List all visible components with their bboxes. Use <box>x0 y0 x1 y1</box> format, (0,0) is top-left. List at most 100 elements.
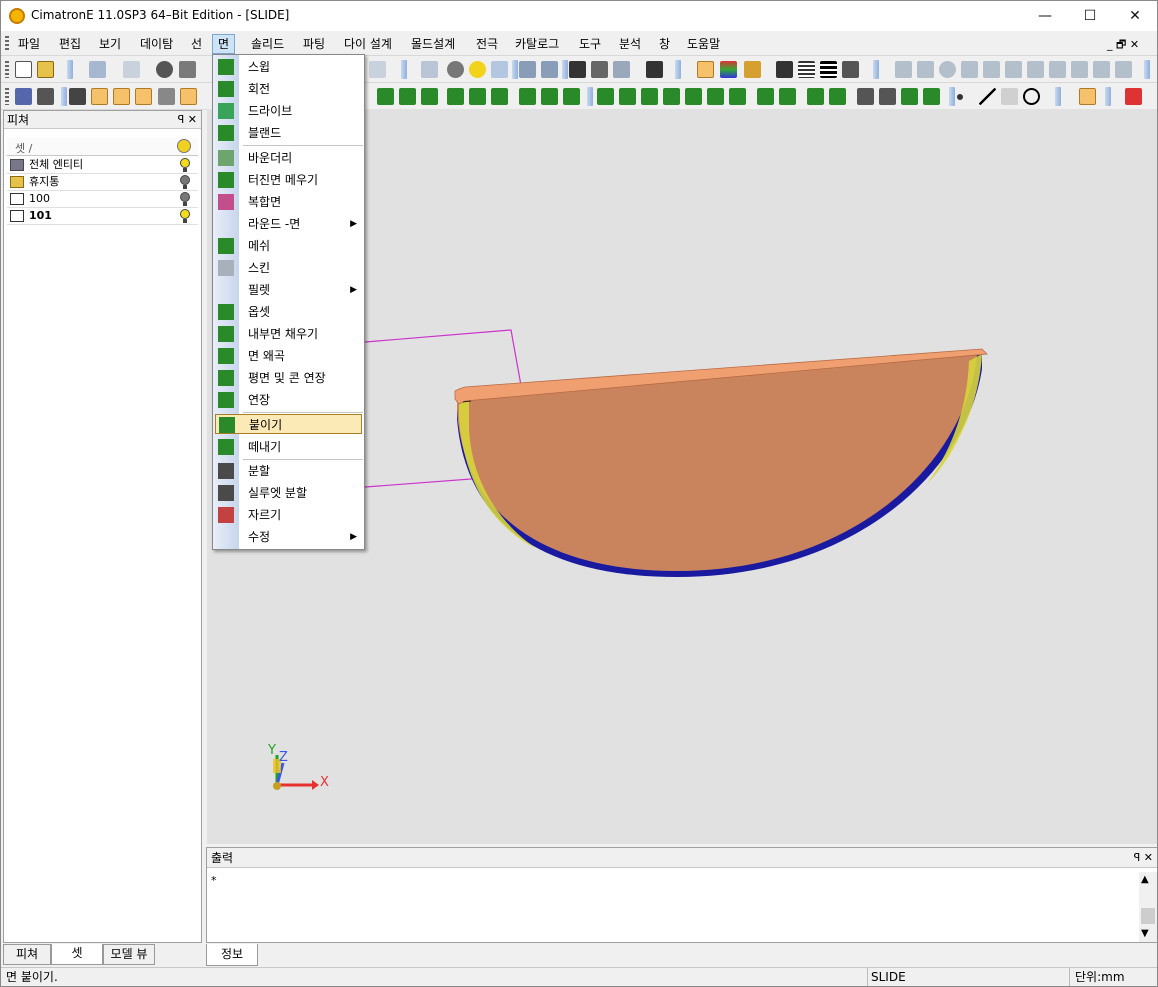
lamp-column-icon[interactable] <box>177 139 191 153</box>
offset-curve-icon[interactable] <box>983 61 1000 78</box>
surface-tool-icon[interactable] <box>469 88 486 105</box>
brush-icon[interactable] <box>842 61 859 78</box>
copy-icon[interactable] <box>879 88 896 105</box>
lamp-off-icon[interactable] <box>180 192 190 206</box>
dropdown-arrow-icon[interactable] <box>369 61 386 78</box>
measure-icon[interactable] <box>591 61 608 78</box>
surface-tool-icon[interactable] <box>519 88 536 105</box>
menu-curve[interactable]: 선 <box>189 35 204 53</box>
fill-tool-icon[interactable] <box>663 88 680 105</box>
select-mode-icon[interactable] <box>697 61 714 78</box>
toolbar-grip[interactable] <box>5 88 9 105</box>
filter-face-icon[interactable] <box>91 88 108 105</box>
menu-item-mesh[interactable]: 메쉬 <box>213 236 364 256</box>
menu-datum[interactable]: 데이탐 <box>138 35 175 53</box>
filter-body-icon[interactable] <box>158 88 175 105</box>
menu-surface[interactable]: 면 <box>212 34 236 54</box>
menubar-grip[interactable] <box>5 36 9 52</box>
spline-icon[interactable] <box>917 61 934 78</box>
menu-item-boundary[interactable]: 바운더리 <box>213 148 364 168</box>
surface-tool-icon[interactable] <box>421 88 438 105</box>
fill-bucket-icon[interactable] <box>744 61 761 78</box>
menu-item-split[interactable]: 분할 <box>213 461 364 481</box>
menu-analysis[interactable]: 분석 <box>617 35 643 53</box>
surface-tool-icon[interactable] <box>447 88 464 105</box>
edit-curve-icon[interactable] <box>1093 61 1110 78</box>
menu-item-extend-cone[interactable]: 평면 및 콘 연장 <box>213 368 364 388</box>
tree-row[interactable]: 휴지통 <box>7 174 198 191</box>
arc-icon[interactable] <box>961 61 978 78</box>
filter-icon[interactable] <box>37 88 54 105</box>
intersect-icon[interactable] <box>1005 61 1022 78</box>
filter-select-icon[interactable] <box>15 88 32 105</box>
menu-item-sweep[interactable]: 스윕 <box>213 57 364 77</box>
point-icon[interactable] <box>957 94 963 100</box>
menu-parting[interactable]: 파팅 <box>301 35 327 53</box>
close-button[interactable]: ✕ <box>1112 1 1157 31</box>
pick-filter-icon[interactable] <box>69 88 86 105</box>
menu-die-design[interactable]: 다이 설계 <box>342 35 394 53</box>
tree-row[interactable]: 전체 엔티티 <box>7 157 198 174</box>
menu-file[interactable]: 파일 <box>16 35 42 53</box>
menu-solid[interactable]: 솔리드 <box>249 35 286 53</box>
surface-tool-icon[interactable] <box>491 88 508 105</box>
menu-tools[interactable]: 도구 <box>577 35 603 53</box>
frame-icon[interactable] <box>1115 61 1132 78</box>
undo-icon[interactable] <box>89 61 106 78</box>
project-icon[interactable] <box>1027 61 1044 78</box>
previous-icon[interactable] <box>519 61 536 78</box>
output-pin-close[interactable]: ꟼ ✕ <box>1134 848 1153 868</box>
circle-draw-icon[interactable] <box>1023 88 1040 105</box>
tree-icon[interactable] <box>569 61 586 78</box>
sketch-icon[interactable] <box>1079 88 1096 105</box>
split-tool-icon[interactable] <box>807 88 824 105</box>
color-palette-icon[interactable] <box>720 61 737 78</box>
circle-icon[interactable] <box>939 61 956 78</box>
menu-item-silhouette-split[interactable]: 실루엣 분할 <box>213 483 364 503</box>
surface-tool-icon[interactable] <box>399 88 416 105</box>
menu-item-composite[interactable]: 복합면 <box>213 192 364 212</box>
menu-item-round-face[interactable]: 라운드 -면 ▶ <box>213 214 364 234</box>
output-scrollbar[interactable]: ▲ ▼ <box>1139 872 1157 942</box>
tab-set[interactable]: 셋 <box>51 944 103 965</box>
line-icon[interactable] <box>979 88 996 105</box>
line-width-icon[interactable] <box>820 61 837 78</box>
tab-info[interactable]: 정보 <box>206 944 258 966</box>
menu-view[interactable]: 보기 <box>97 35 123 53</box>
view-filter-icon[interactable] <box>421 61 438 78</box>
lamp-on-icon[interactable] <box>180 158 190 172</box>
menu-item-warp[interactable]: 면 왜곡 <box>213 346 364 366</box>
menu-item-skin[interactable]: 스킨 <box>213 258 364 278</box>
panel-pin-close[interactable]: ꟼ ✕ <box>178 111 197 129</box>
trim-tool-icon[interactable] <box>829 88 846 105</box>
tab-model-view[interactable]: 모델 뷰 <box>103 944 155 965</box>
mdi-controls[interactable]: _ 🗗 ✕ <box>1107 36 1139 55</box>
menu-item-attach[interactable]: 붙이기 <box>215 414 362 434</box>
properties-icon[interactable] <box>179 61 196 78</box>
lamp-on-icon[interactable] <box>180 209 190 223</box>
menu-item-drive[interactable]: 드라이브 <box>213 101 364 121</box>
next-icon[interactable] <box>541 61 558 78</box>
pen-icon[interactable] <box>776 61 793 78</box>
tab-feature[interactable]: 피쳐 <box>3 944 51 965</box>
line-tool-icon[interactable] <box>895 61 912 78</box>
filter-vertex-icon[interactable] <box>135 88 152 105</box>
grid-icon[interactable] <box>613 61 630 78</box>
redo-icon[interactable] <box>123 61 140 78</box>
extend-tool-icon[interactable] <box>707 88 724 105</box>
tree-row[interactable]: 100 <box>7 191 198 208</box>
lamp-on-icon[interactable] <box>469 61 486 78</box>
attach-tool-icon[interactable] <box>757 88 774 105</box>
lamp-off-icon[interactable] <box>447 61 464 78</box>
menu-edit[interactable]: 편집 <box>57 35 83 53</box>
minimize-button[interactable]: — <box>1022 1 1068 31</box>
menu-window[interactable]: 창 <box>657 35 672 53</box>
menu-item-extend[interactable]: 연장 <box>213 390 364 410</box>
scroll-thumb[interactable] <box>1141 908 1155 924</box>
surface-tool-icon[interactable] <box>563 88 580 105</box>
extend2-tool-icon[interactable] <box>729 88 746 105</box>
menu-item-fill-hole[interactable]: 터진면 메우기 <box>213 170 364 190</box>
offset-tool-icon[interactable] <box>685 88 702 105</box>
menu-catalog[interactable]: 카탈로그 <box>513 35 561 53</box>
tree-row[interactable]: 101 <box>7 208 198 225</box>
